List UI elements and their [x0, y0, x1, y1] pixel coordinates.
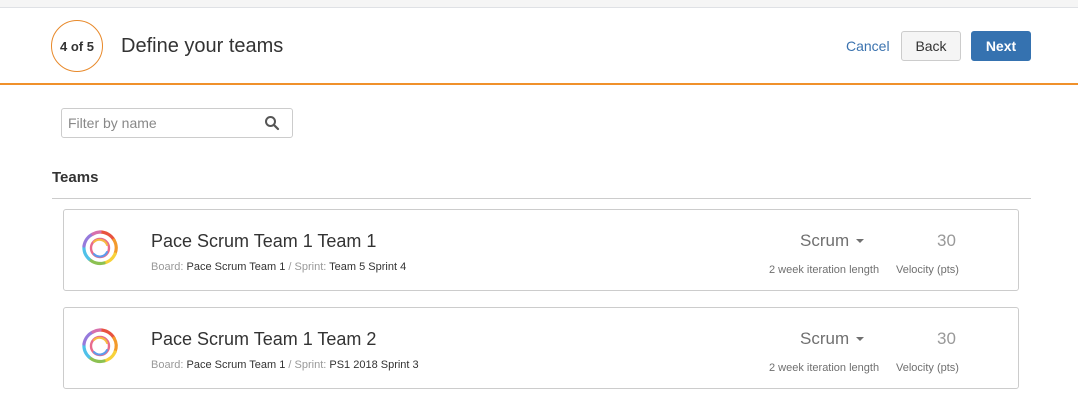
team-avatar-icon — [82, 328, 118, 364]
sprint-label: Sprint: — [294, 359, 327, 371]
team-meta: Board: Pace Scrum Team 1 / Sprint: Team … — [151, 261, 406, 274]
iteration-length: 2 week iteration length — [769, 362, 880, 374]
sprint-label: Sprint: — [294, 261, 327, 273]
search-icon[interactable] — [264, 115, 280, 131]
divider — [52, 198, 1031, 199]
back-button[interactable]: Back — [901, 31, 961, 61]
method-label: Scrum — [800, 231, 850, 250]
team-name: Pace Scrum Team 1 Team 1 — [151, 231, 377, 251]
teams-heading: Teams — [52, 169, 99, 186]
team-meta: Board: Pace Scrum Team 1 / Sprint: PS1 2… — [151, 359, 419, 372]
velocity-value[interactable]: 30 — [937, 231, 956, 251]
caret-down-icon — [856, 239, 865, 243]
page-title: Define your teams — [121, 35, 284, 57]
board-label: Board: — [151, 261, 184, 273]
sprint-value: Team 5 Sprint 4 — [329, 261, 407, 273]
method-dropdown[interactable]: Scrum — [800, 329, 865, 349]
caret-down-icon — [856, 337, 865, 341]
next-button[interactable]: Next — [971, 31, 1031, 61]
top-strip — [0, 0, 1078, 8]
meta-separator: / — [288, 359, 292, 371]
method-dropdown[interactable]: Scrum — [800, 231, 865, 251]
filter-field — [61, 108, 293, 138]
team-card: Pace Scrum Team 1 Team 2 Board: Pace Scr… — [63, 307, 1019, 389]
board-value: Pace Scrum Team 1 — [186, 261, 286, 273]
board-value: Pace Scrum Team 1 — [186, 359, 286, 371]
sprint-value: PS1 2018 Sprint 3 — [329, 359, 419, 371]
velocity-label: Velocity (pts) — [896, 362, 959, 374]
team-avatar-icon — [82, 230, 118, 266]
team-name: Pace Scrum Team 1 Team 2 — [151, 329, 377, 349]
velocity-label: Velocity (pts) — [896, 264, 959, 276]
velocity-value[interactable]: 30 — [937, 329, 956, 349]
method-label: Scrum — [800, 329, 850, 348]
cancel-link[interactable]: Cancel — [846, 38, 890, 54]
board-label: Board: — [151, 359, 184, 371]
team-card: Pace Scrum Team 1 Team 1 Board: Pace Scr… — [63, 209, 1019, 291]
step-indicator: 4 of 5 — [51, 20, 103, 72]
filter-input[interactable] — [62, 109, 262, 137]
wizard-header: 4 of 5 Define your teams Cancel Back Nex… — [0, 8, 1078, 85]
iteration-length: 2 week iteration length — [769, 264, 880, 276]
meta-separator: / — [288, 261, 292, 273]
